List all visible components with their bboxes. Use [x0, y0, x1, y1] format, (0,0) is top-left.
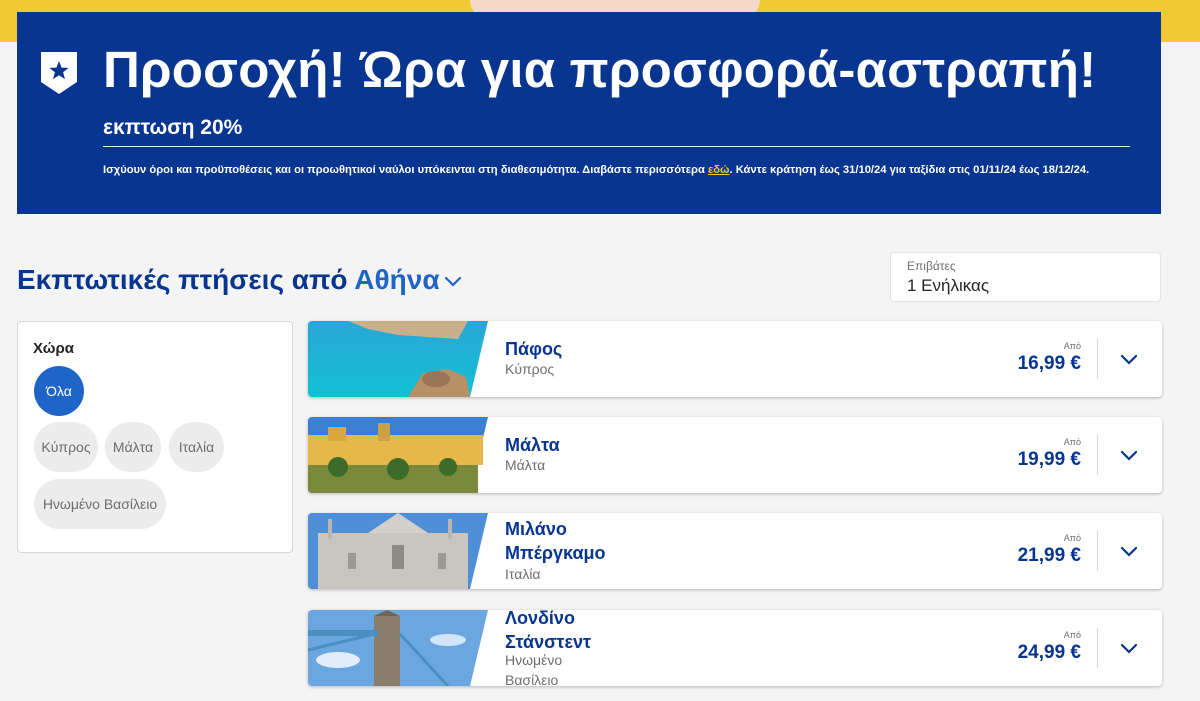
- filter-chip-italy[interactable]: Ιταλία: [169, 422, 224, 472]
- banner-terms: Ισχύουν όροι και προϋποθέσεις και οι προ…: [103, 157, 1133, 183]
- chevron-down-icon[interactable]: [1116, 539, 1142, 563]
- destination-name: Μάλτα: [505, 435, 560, 455]
- destination-price: 16,99 €: [1017, 353, 1081, 374]
- card-divider: [1097, 628, 1098, 668]
- destination-card[interactable]: Λονδίνο Στάνστεντ Ηνωμένο Βασίλειο Από 2…: [308, 610, 1162, 686]
- filter-chip-united-kingdom[interactable]: Ηνωμένο Βασίλειο: [34, 479, 166, 529]
- passengers-label: Επιβάτες: [907, 259, 956, 273]
- chevron-down-icon[interactable]: [1116, 636, 1142, 660]
- card-divider: [1097, 339, 1098, 379]
- chevron-down-icon[interactable]: [1116, 347, 1142, 371]
- terms-link[interactable]: εδώ: [708, 164, 730, 176]
- origin-city: Αθήνα: [354, 264, 440, 295]
- card-divider: [1097, 435, 1098, 475]
- price-from-label: Από: [1063, 437, 1081, 447]
- destination-name: Πάφος: [505, 339, 563, 359]
- destination-name: Λονδίνο Στάνστεντ: [505, 610, 592, 652]
- filter-title: Χώρα: [33, 340, 74, 357]
- destination-country: Ηνωμένο Βασίλειο: [505, 652, 563, 686]
- filter-chip-all[interactable]: Όλα: [34, 366, 84, 416]
- banner-title: Προσοχή! Ώρα για προσφορά-αστραπή!: [103, 41, 1097, 98]
- price-from-label: Από: [1063, 533, 1081, 543]
- card-divider: [1097, 531, 1098, 571]
- destination-price: 19,99 €: [1017, 449, 1081, 470]
- destination-image: [308, 321, 488, 397]
- destination-image: [308, 610, 488, 686]
- banner-divider: [103, 146, 1130, 147]
- flash-sale-banner: Προσοχή! Ώρα για προσφορά-αστραπή! εκπτω…: [17, 12, 1161, 214]
- country-filter-panel: Χώρα Όλα Κύπρος Μάλτα Ιταλία Ηνωμένο Βασ…: [17, 321, 293, 553]
- chevron-down-icon: [444, 276, 461, 287]
- destination-image: [308, 513, 488, 589]
- banner-discount: εκπτωση 20%: [103, 116, 243, 139]
- terms-text-end: . Κάντε κράτηση έως 31/10/24 για ταξίδια…: [729, 164, 1090, 176]
- price-from-label: Από: [1063, 341, 1081, 351]
- filter-chip-cyprus[interactable]: Κύπρος: [34, 422, 98, 472]
- destination-card[interactable]: Μάλτα Μάλτα Από 19,99 €: [308, 417, 1162, 493]
- destination-country: Ιταλία: [505, 566, 541, 582]
- star-badge-icon: [41, 52, 77, 94]
- chevron-down-icon[interactable]: [1116, 443, 1142, 467]
- filter-chip-malta[interactable]: Μάλτα: [105, 422, 161, 472]
- passengers-field[interactable]: Επιβάτες 1 Ενήλικας: [890, 252, 1161, 302]
- destination-image: [308, 417, 488, 493]
- destination-name: Μιλάνο Μπέργκαμο: [505, 519, 606, 563]
- terms-text-start: Ισχύουν όροι και προϋποθέσεις και οι προ…: [103, 164, 708, 176]
- destination-card[interactable]: Πάφος Κύπρος Από 16,99 €: [308, 321, 1162, 397]
- destination-price: 24,99 €: [1017, 642, 1081, 663]
- origin-city-selector[interactable]: Αθήνα: [354, 264, 461, 295]
- destination-country: Κύπρος: [505, 361, 555, 377]
- page-title-prefix: Εκπτωτικές πτήσεις από: [17, 264, 355, 295]
- destination-price: 21,99 €: [1017, 545, 1081, 566]
- passengers-value: 1 Ενήλικας: [907, 276, 990, 295]
- destination-card[interactable]: Μιλάνο Μπέργκαμο Ιταλία Από 21,99 €: [308, 513, 1162, 589]
- page-title: Εκπτωτικές πτήσεις από Αθήνα: [17, 264, 462, 296]
- price-from-label: Από: [1063, 630, 1081, 640]
- destination-country: Μάλτα: [505, 457, 546, 473]
